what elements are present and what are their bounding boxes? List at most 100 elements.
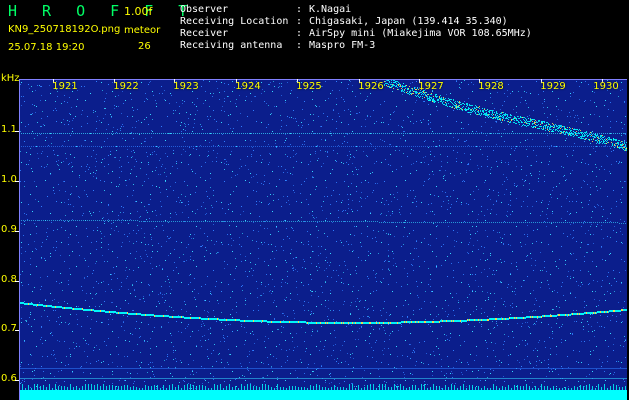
noise-speck <box>614 226 615 227</box>
noise-speck <box>351 244 352 245</box>
noise-speck <box>413 123 414 124</box>
meteor-echo-trace <box>227 319 228 321</box>
noise-speck <box>558 374 559 375</box>
noise-speck <box>371 144 372 145</box>
meteor-head-echo <box>407 88 408 89</box>
noise-speck <box>404 268 405 269</box>
noise-speck <box>468 145 469 146</box>
noise-speck <box>353 174 354 175</box>
meteor-head-echo <box>446 103 447 104</box>
horizontal-carrier-line <box>539 146 540 147</box>
noise-speck <box>295 257 296 258</box>
noise-speck <box>514 291 515 292</box>
noise-speck <box>354 119 355 120</box>
noise-speck <box>500 237 501 238</box>
noise-speck <box>580 247 581 248</box>
horizontal-carrier-line <box>91 146 92 147</box>
noise-speck <box>138 120 139 121</box>
meteor-head-echo <box>500 120 501 121</box>
noise-speck <box>583 223 584 224</box>
noise-speck <box>411 164 412 165</box>
noise-speck <box>414 352 415 353</box>
meteor-head-echo <box>569 134 570 135</box>
meteor-head-echo <box>443 104 444 105</box>
meteor-head-echo <box>555 124 556 125</box>
noise-speck <box>496 200 497 201</box>
meteor-head-echo <box>415 89 416 90</box>
horizontal-carrier-line <box>609 146 610 147</box>
noise-speck <box>487 292 488 293</box>
meteor-head-echo <box>399 83 400 84</box>
meteor-echo-trace <box>351 322 352 324</box>
horizontal-carrier-line <box>113 220 114 221</box>
horizontal-carrier-line <box>499 222 500 223</box>
noise-speck <box>74 157 75 158</box>
horizontal-carrier-line <box>87 146 88 147</box>
horizontal-carrier-line <box>95 133 96 134</box>
horizontal-carrier-line <box>293 133 294 134</box>
meteor-echo-trace <box>149 314 150 316</box>
horizontal-carrier-line <box>43 146 44 147</box>
noise-speck <box>570 234 571 235</box>
noise-speck <box>233 191 234 192</box>
meteor-head-echo <box>524 122 525 123</box>
noise-speck <box>95 294 96 295</box>
meteor-head-echo <box>484 108 485 109</box>
noise-speck <box>410 319 411 320</box>
noise-speck <box>597 190 598 191</box>
noise-speck <box>287 116 288 117</box>
noise-speck <box>37 153 38 154</box>
noise-speck <box>188 217 189 218</box>
meteor-echo-trace <box>140 313 141 315</box>
noise-speck <box>386 312 387 313</box>
noise-speck <box>225 213 226 214</box>
noise-speck <box>328 300 329 301</box>
meteor-head-echo <box>522 125 523 126</box>
meteor-head-echo <box>415 91 416 92</box>
meteor-head-echo <box>570 135 571 136</box>
horizontal-carrier-line <box>209 133 210 134</box>
horizontal-carrier-line <box>465 133 466 134</box>
meteor-head-echo <box>513 118 514 119</box>
meteor-echo-trace <box>180 316 181 318</box>
noise-speck <box>311 279 312 280</box>
noise-speck <box>118 231 119 232</box>
noise-speck <box>139 365 140 366</box>
noise-speck <box>31 168 32 169</box>
horizontal-carrier-line <box>101 220 102 221</box>
noise-speck <box>549 288 550 289</box>
noise-speck <box>375 148 376 149</box>
horizontal-carrier-line <box>259 221 260 222</box>
meteor-echo-trace <box>339 322 340 324</box>
meteor-echo-trace <box>93 309 94 311</box>
meteor-echo-trace <box>174 316 175 318</box>
horizontal-carrier-line <box>511 146 512 147</box>
meteor-echo-trace <box>474 319 475 321</box>
meteor-head-echo <box>395 81 396 82</box>
noise-speck <box>527 343 528 344</box>
horizontal-carrier-line <box>253 133 254 134</box>
horizontal-carrier-line <box>325 221 326 222</box>
noise-speck <box>519 344 520 345</box>
horizontal-carrier-line <box>167 146 168 147</box>
horizontal-carrier-line <box>219 146 220 147</box>
noise-speck <box>419 309 420 310</box>
noise-speck <box>603 209 604 210</box>
noise-speck <box>124 356 125 357</box>
horizontal-carrier-line <box>267 221 268 222</box>
noise-speck <box>478 168 479 169</box>
noise-speck <box>204 325 205 326</box>
noise-speck <box>342 143 343 144</box>
horizontal-carrier-line <box>25 220 26 221</box>
meteor-head-echo <box>488 114 489 115</box>
meteor-head-echo <box>451 102 452 103</box>
meteor-head-echo <box>472 105 473 106</box>
horizontal-carrier-line <box>109 133 110 134</box>
horizontal-carrier-line <box>145 221 146 222</box>
noise-speck <box>526 256 527 257</box>
noise-speck <box>607 218 608 219</box>
meteor-head-echo <box>416 92 417 93</box>
noise-speck <box>36 306 37 307</box>
horizontal-carrier-line <box>413 222 414 223</box>
noise-speck <box>330 204 331 205</box>
